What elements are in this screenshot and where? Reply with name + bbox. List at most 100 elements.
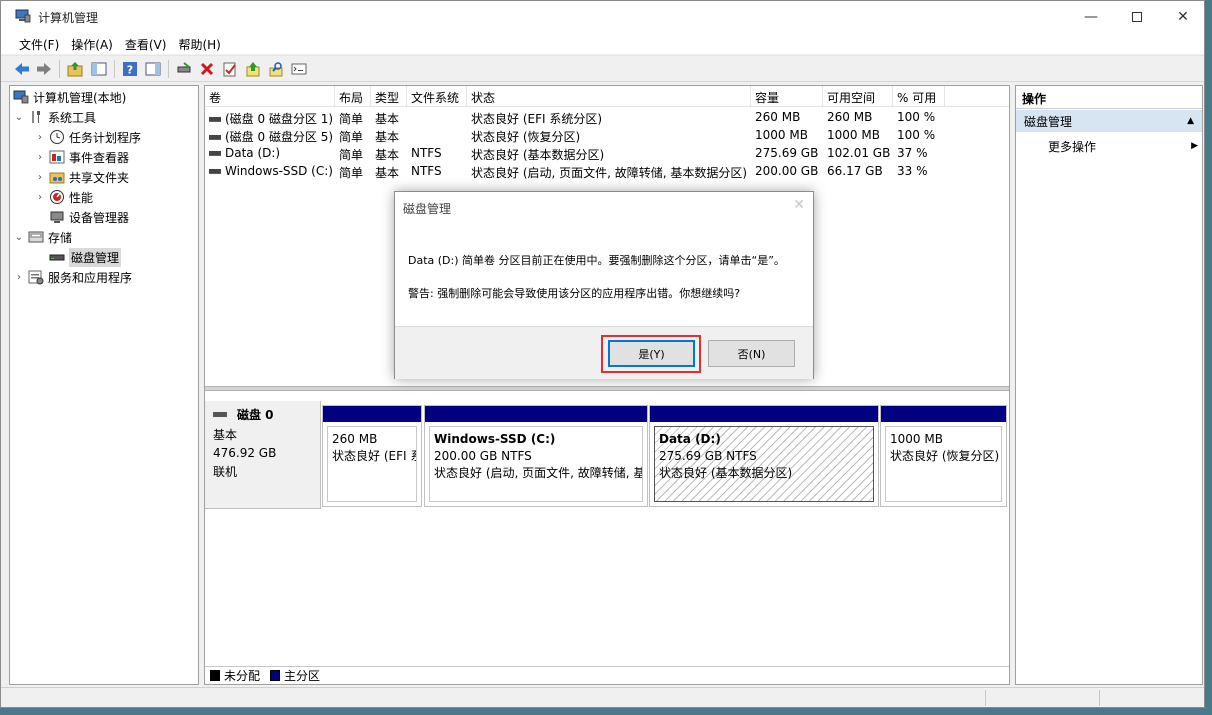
- layout-cell: 简单: [339, 148, 364, 162]
- help-icon[interactable]: ?: [121, 60, 139, 78]
- search-icon[interactable]: [267, 60, 285, 78]
- layout-cell: 简单: [339, 130, 364, 144]
- volume-name: Data (D:): [225, 146, 281, 160]
- filesystem-cell: NTFS: [411, 146, 442, 160]
- partition-size: 260 MB: [332, 432, 378, 446]
- actions-section-disk-management[interactable]: 磁盘管理 ▲: [1016, 110, 1202, 132]
- dialog-close-icon[interactable]: ✕: [793, 197, 805, 213]
- partition-data-d[interactable]: Data (D:) 275.69 GB NTFS 状态良好 (基本数据分区): [649, 405, 879, 507]
- volume-list-header: 卷 布局 类型 文件系统 状态 容量 可用空间 % 可用: [205, 86, 1009, 107]
- column-header-volume[interactable]: 卷: [205, 86, 335, 107]
- capacity-cell: 200.00 GB: [755, 164, 819, 178]
- partition-name: Windows-SSD (C:): [434, 432, 556, 446]
- table-row[interactable]: Windows-SSD (C:) 简单 基本 NTFS 状态良好 (启动, 页面…: [205, 162, 1009, 180]
- console-icon[interactable]: [290, 60, 308, 78]
- partition-windows-ssd[interactable]: Windows-SSD (C:) 200.00 GB NTFS 状态良好 (启动…: [424, 405, 648, 507]
- disk-name: 磁盘 0: [237, 408, 274, 422]
- event-viewer-icon: [49, 149, 65, 165]
- layout-cell: 简单: [339, 166, 364, 180]
- menu-file[interactable]: 文件(F): [13, 32, 65, 54]
- minimize-button[interactable]: —: [1068, 1, 1114, 32]
- column-header-free-space[interactable]: 可用空间: [823, 86, 893, 107]
- tree-label: 性能: [69, 190, 94, 205]
- window-title: 计算机管理: [38, 11, 99, 25]
- partition-efi[interactable]: 260 MB 状态良好 (EFI 系: [322, 405, 422, 507]
- tree-item-disk-management[interactable]: 磁盘管理: [34, 247, 122, 267]
- chevron-right-icon[interactable]: ›: [34, 152, 46, 163]
- capacity-cell: 1000 MB: [755, 128, 808, 142]
- column-header-type[interactable]: 类型: [371, 86, 407, 107]
- no-button[interactable]: 否(N): [708, 340, 795, 367]
- tree-item-device-manager[interactable]: 设备管理器: [34, 207, 129, 227]
- back-icon[interactable]: [13, 60, 31, 78]
- svg-text:?: ?: [127, 64, 133, 77]
- column-header-filesystem[interactable]: 文件系统: [407, 86, 467, 107]
- delete-icon[interactable]: [198, 60, 216, 78]
- export-list-icon[interactable]: [244, 60, 262, 78]
- chevron-right-icon[interactable]: ›: [13, 272, 25, 283]
- tree-item-performance[interactable]: › 性能: [34, 187, 93, 207]
- volume-icon: [209, 151, 221, 156]
- status-cell: 状态良好 (EFI 系统分区): [471, 112, 603, 126]
- more-actions-item[interactable]: 更多操作 ▶: [1048, 136, 1198, 156]
- column-header-capacity[interactable]: 容量: [751, 86, 823, 107]
- partition-size: 200.00 GB NTFS: [434, 449, 532, 463]
- column-header-status[interactable]: 状态: [467, 86, 751, 107]
- submenu-arrow-icon: ▶: [1191, 141, 1198, 151]
- chevron-down-icon[interactable]: ⌄: [13, 112, 25, 123]
- type-cell: 基本: [375, 130, 400, 144]
- tree-item-services[interactable]: › 服务和应用程序: [13, 267, 132, 287]
- partition-status: 状态良好 (EFI 系: [332, 449, 417, 463]
- maximize-button[interactable]: [1114, 1, 1160, 32]
- partition-recovery[interactable]: 1000 MB 状态良好 (恢复分区): [880, 405, 1007, 507]
- tree-label: 计算机管理(本地): [33, 90, 127, 105]
- chevron-down-icon[interactable]: ⌄: [13, 232, 25, 243]
- title-bar: 计算机管理 — ✕: [1, 1, 1204, 32]
- properties-icon[interactable]: [221, 60, 239, 78]
- menu-help[interactable]: 帮助(H): [172, 32, 226, 54]
- disk-graph-view: 磁盘 0 基本 476.92 GB 联机 260 MB 状态良好 (EFI 系 …: [205, 391, 1009, 661]
- menu-view[interactable]: 查看(V): [119, 32, 173, 54]
- layout-cell: 简单: [339, 112, 364, 126]
- legend-primary: 主分区: [284, 669, 321, 683]
- tools-icon: [28, 109, 44, 125]
- tree-item-system-tools[interactable]: ⌄ 系统工具: [13, 107, 96, 127]
- menu-action[interactable]: 操作(A): [65, 32, 119, 54]
- device-manager-icon: [49, 209, 65, 225]
- filesystem-cell: NTFS: [411, 164, 442, 178]
- show-hide-tree-icon[interactable]: [90, 60, 108, 78]
- collapse-up-icon[interactable]: ▲: [1187, 116, 1194, 126]
- volume-icon: [209, 135, 221, 140]
- tree-item-shared-folders[interactable]: › 共享文件夹: [34, 167, 129, 187]
- type-cell: 基本: [375, 112, 400, 126]
- table-row[interactable]: (磁盘 0 磁盘分区 1) 简单 基本 状态良好 (EFI 系统分区) 260 …: [205, 108, 1009, 126]
- confirm-delete-dialog: 磁盘管理 ✕ Data (D:) 简单卷 分区目前正在使用中。要强制删除这个分区…: [394, 191, 814, 379]
- tree-item-event-viewer[interactable]: › 事件查看器: [34, 147, 129, 167]
- partition-legend: 未分配 主分区: [205, 666, 1009, 684]
- chevron-right-icon[interactable]: ›: [34, 172, 46, 183]
- forward-icon[interactable]: [35, 60, 53, 78]
- chevron-right-icon[interactable]: ›: [34, 192, 46, 203]
- up-folder-icon[interactable]: [66, 60, 84, 78]
- close-button[interactable]: ✕: [1160, 1, 1206, 32]
- free-space-cell: 102.01 GB: [827, 146, 891, 160]
- table-row[interactable]: (磁盘 0 磁盘分区 5) 简单 基本 状态良好 (恢复分区) 1000 MB …: [205, 126, 1009, 144]
- tree-item-storage[interactable]: ⌄ 存储: [13, 227, 72, 247]
- partition-size: 275.69 GB NTFS: [659, 449, 757, 463]
- chevron-right-icon[interactable]: ›: [34, 132, 46, 143]
- primary-partition-swatch: [270, 670, 281, 681]
- yes-button[interactable]: 是(Y): [608, 340, 695, 367]
- column-header-percent-free[interactable]: % 可用: [893, 86, 945, 107]
- disk-0-label[interactable]: 磁盘 0 基本 476.92 GB 联机: [205, 401, 321, 509]
- tree-item-task-scheduler[interactable]: › 任务计划程序: [34, 127, 141, 147]
- partition-bar: [650, 406, 878, 422]
- performance-icon: [49, 189, 65, 205]
- partition-name: Data (D:): [659, 432, 721, 446]
- table-row[interactable]: Data (D:) 简单 基本 NTFS 状态良好 (基本数据分区) 275.6…: [205, 144, 1009, 162]
- show-hide-action-pane-icon[interactable]: [144, 60, 162, 78]
- tree-item-root[interactable]: 计算机管理(本地): [13, 87, 126, 107]
- column-header-layout[interactable]: 布局: [335, 86, 371, 107]
- section-label: 磁盘管理: [1024, 114, 1073, 129]
- connect-virtual-disk-icon[interactable]: [175, 60, 193, 78]
- volume-icon: [209, 169, 221, 174]
